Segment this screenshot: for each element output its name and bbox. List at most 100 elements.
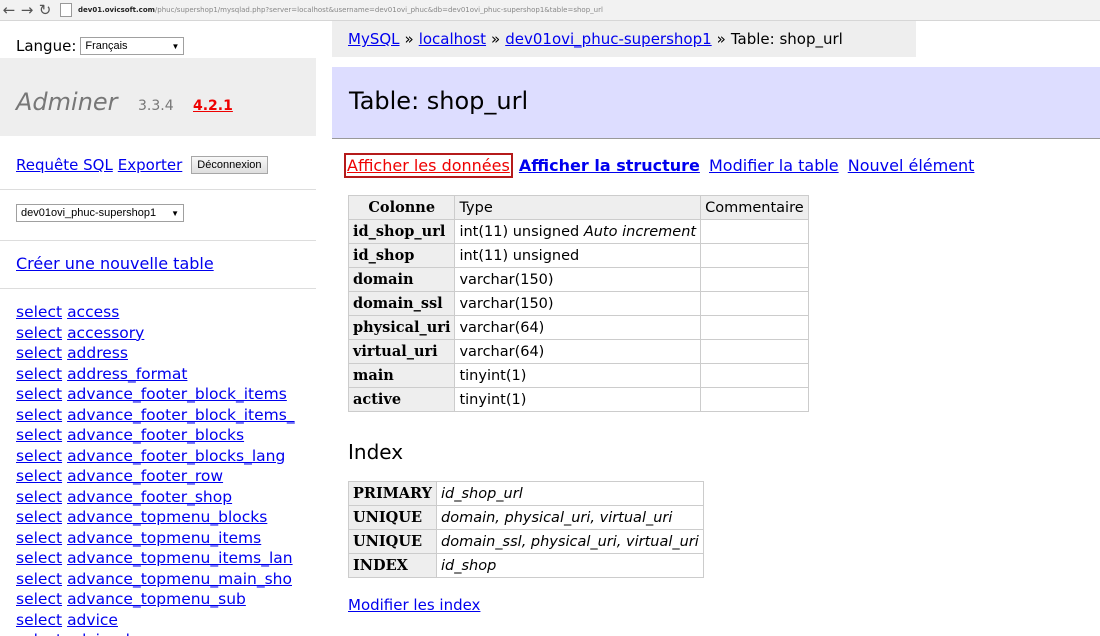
- select-link[interactable]: select: [16, 529, 62, 547]
- breadcrumb-server[interactable]: localhost: [419, 30, 486, 48]
- select-link[interactable]: select: [16, 611, 62, 629]
- table-row: active tinyint(1): [347, 387, 809, 412]
- column-name: domain: [347, 267, 456, 292]
- database-select[interactable]: dev01ovi_phuc-supershop1 ▼: [16, 204, 184, 222]
- forward-arrow-icon[interactable]: →: [18, 1, 36, 19]
- select-link[interactable]: select: [16, 303, 62, 321]
- breadcrumb-current: Table: shop_url: [730, 30, 843, 48]
- sql-command-link[interactable]: Requête SQL: [16, 156, 113, 174]
- logout-button[interactable]: Déconnexion: [191, 156, 268, 174]
- table-link[interactable]: advice_lang: [67, 631, 159, 636]
- select-link[interactable]: select: [16, 385, 62, 403]
- column-type: varchar(64): [459, 343, 545, 360]
- breadcrumb-separator: »: [491, 30, 501, 48]
- select-link[interactable]: select: [16, 467, 62, 485]
- select-link[interactable]: select: [16, 406, 62, 424]
- table-link[interactable]: advice: [67, 611, 118, 629]
- database-select-value: dev01ovi_phuc-supershop1: [21, 207, 157, 219]
- sidebar: Langue: Français ▼ Adminer 3.3.4 4.2.1 Re…: [0, 21, 316, 636]
- breadcrumb-mysql[interactable]: MySQL: [348, 30, 400, 48]
- sidebar-actions: Requête SQL Exporter Déconnexion: [16, 156, 268, 174]
- language-label: Langue:: [16, 37, 77, 55]
- column-type-cell: int(11) unsigned: [454, 243, 702, 268]
- language-select-value: Français: [85, 40, 128, 52]
- new-item-link[interactable]: Nouvel élément: [848, 156, 975, 175]
- back-arrow-icon[interactable]: ←: [0, 1, 18, 19]
- index-type: UNIQUE: [348, 505, 437, 530]
- column-type-cell: varchar(150): [454, 267, 702, 292]
- table-row: id_shop int(11) unsigned: [347, 243, 809, 268]
- column-type-cell: int(11) unsigned Auto increment: [454, 219, 702, 244]
- table-list: select access select accessory select address…: [16, 302, 316, 636]
- select-link[interactable]: select: [16, 344, 62, 362]
- select-link[interactable]: select: [16, 365, 62, 383]
- reload-icon[interactable]: ↻: [36, 1, 54, 19]
- page-title: Table: shop_url: [349, 87, 529, 115]
- select-link[interactable]: select: [16, 549, 62, 567]
- table-link[interactable]: advance_footer_blocks_lang: [67, 447, 285, 465]
- table-list-item: select advance_footer_row: [16, 466, 316, 487]
- structure-rows: id_shop_url int(11) unsigned Auto increme…: [347, 219, 809, 412]
- breadcrumb-separator: »: [404, 30, 414, 48]
- table-list-item: select advance_topmenu_sub: [16, 589, 316, 610]
- page-icon: [60, 3, 72, 17]
- select-link[interactable]: select: [16, 631, 62, 636]
- divider: [0, 288, 316, 289]
- dropdown-caret-icon: ▼: [171, 41, 180, 51]
- table-link[interactable]: advance_footer_blocks: [67, 426, 244, 444]
- table-link[interactable]: advance_topmenu_items_lan: [67, 549, 293, 567]
- table-link[interactable]: advance_topmenu_items: [67, 529, 261, 547]
- version-number: 3.3.4: [138, 98, 174, 114]
- column-type: varchar(150): [459, 271, 554, 288]
- breadcrumb-database[interactable]: dev01ovi_phuc-supershop1: [505, 30, 711, 48]
- column-type-cell: tinyint(1): [454, 387, 702, 412]
- language-select[interactable]: Français ▼: [80, 37, 185, 55]
- breadcrumb: MySQL» localhost» dev01ovi_phuc-supershop1…: [332, 21, 916, 57]
- export-link[interactable]: Exporter: [118, 156, 183, 174]
- select-link[interactable]: select: [16, 590, 62, 608]
- table-link[interactable]: address: [67, 344, 128, 362]
- table-link[interactable]: advance_topmenu_sub: [67, 590, 246, 608]
- show-structure-link[interactable]: Afficher la structure: [519, 156, 700, 175]
- table-link[interactable]: advance_topmenu_blocks: [67, 508, 267, 526]
- index-table: PRIMARY id_shop_url UNIQUE domain, physical…: [348, 481, 704, 578]
- column-type: int(11) unsigned: [459, 223, 580, 240]
- alter-table-link[interactable]: Modifier la table: [709, 156, 839, 175]
- table-link[interactable]: advance_footer_block_items: [67, 385, 287, 403]
- select-link[interactable]: select: [16, 508, 62, 526]
- table-link[interactable]: access: [67, 303, 119, 321]
- column-type: varchar(150): [459, 295, 554, 312]
- table-row: domain varchar(150): [347, 267, 809, 292]
- column-comment: [700, 387, 809, 412]
- table-link[interactable]: advance_topmenu_main_sho: [67, 570, 292, 588]
- edit-indexes-link[interactable]: Modifier les index: [348, 596, 480, 614]
- select-link[interactable]: select: [16, 426, 62, 444]
- column-header: Type: [454, 195, 702, 220]
- table-link[interactable]: advance_footer_block_items_: [67, 406, 295, 424]
- select-link[interactable]: select: [16, 324, 62, 342]
- table-link[interactable]: advance_footer_shop: [67, 488, 232, 506]
- column-type-cell: tinyint(1): [454, 363, 702, 388]
- show-data-link[interactable]: Afficher les données: [344, 153, 513, 178]
- table-link[interactable]: accessory: [67, 324, 144, 342]
- create-table-link[interactable]: Créer une nouvelle table: [16, 254, 214, 273]
- url-host: dev01.ovicsoft.com: [78, 6, 155, 14]
- address-bar[interactable]: dev01.ovicsoft.com/phuc/supershop1/mysql…: [78, 6, 603, 14]
- table-list-item: select advance_topmenu_blocks: [16, 507, 316, 528]
- table-list-item: select advance_topmenu_items: [16, 528, 316, 549]
- dropdown-caret-icon: ▼: [171, 208, 179, 218]
- column-extra: Auto increment: [583, 223, 697, 240]
- column-name: id_shop_url: [347, 219, 456, 244]
- table-link[interactable]: advance_footer_row: [67, 467, 223, 485]
- index-row: UNIQUE domain, physical_uri, virtual_uri: [348, 505, 704, 530]
- page-header: Table: shop_url: [332, 67, 1100, 139]
- select-link[interactable]: select: [16, 570, 62, 588]
- table-list-item: select address: [16, 343, 316, 364]
- table-link[interactable]: address_format: [67, 365, 187, 383]
- index-row: PRIMARY id_shop_url: [348, 481, 704, 506]
- url-path: /phuc/supershop1/mysqlad.php?server=loca…: [154, 6, 603, 14]
- index-type: INDEX: [348, 553, 437, 578]
- select-link[interactable]: select: [16, 488, 62, 506]
- new-version-link[interactable]: 4.2.1: [193, 98, 233, 114]
- select-link[interactable]: select: [16, 447, 62, 465]
